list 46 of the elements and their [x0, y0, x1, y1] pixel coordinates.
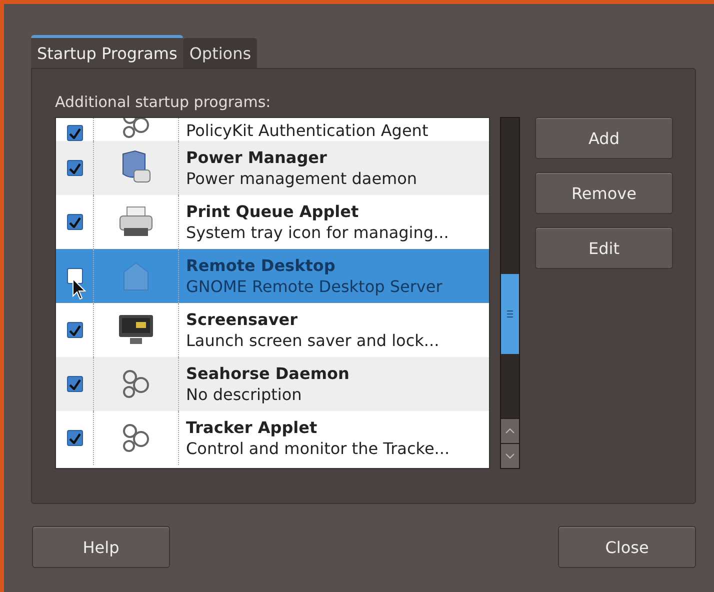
program-description: PolicyKit Authentication Agent: [186, 120, 428, 141]
scrollbar[interactable]: [500, 117, 520, 469]
program-description: No description: [186, 384, 303, 405]
dialog-button[interactable]: Help: [32, 526, 170, 568]
check-icon: [68, 216, 80, 228]
action-button[interactable]: Add: [535, 117, 673, 159]
check-icon: [68, 162, 80, 174]
tab[interactable]: Startup Programs: [31, 35, 184, 68]
program-description: Power management daemon: [186, 168, 418, 189]
monitor-icon: [118, 314, 154, 346]
printer-icon: [118, 206, 154, 238]
program-name: Seahorse Daemon: [186, 363, 350, 384]
program-row[interactable]: Seahorse Daemon No description: [56, 357, 489, 411]
checkbox[interactable]: [66, 430, 82, 446]
program-description: Control and monitor the Tracke...: [186, 438, 450, 459]
checkbox[interactable]: [66, 376, 82, 392]
program-description: Launch screen saver and lock...: [186, 330, 440, 351]
scroll-thumb[interactable]: [501, 274, 519, 354]
program-row[interactable]: Power Manager Power management daemon: [56, 141, 489, 195]
tab[interactable]: Options: [183, 38, 258, 68]
chevron-down-icon: [505, 453, 515, 459]
check-icon: [68, 432, 80, 444]
chevron-up-icon: [505, 428, 515, 434]
check-icon: [68, 128, 80, 138]
checkbox[interactable]: [66, 322, 82, 338]
dialog-button[interactable]: Close: [558, 526, 696, 568]
checkbox[interactable]: [66, 214, 82, 230]
remote-desktop-icon: [121, 260, 151, 292]
grip-icon: [507, 310, 513, 318]
action-button[interactable]: Edit: [535, 227, 673, 269]
checkbox[interactable]: [66, 125, 82, 141]
list-label: Additional startup programs:: [55, 93, 272, 113]
checkbox[interactable]: [66, 160, 82, 176]
scroll-down-button[interactable]: [501, 443, 519, 468]
cursor-icon: [72, 278, 86, 300]
program-name: Remote Desktop: [186, 255, 336, 276]
action-button[interactable]: Remove: [535, 172, 673, 214]
scroll-up-button[interactable]: [501, 418, 519, 443]
check-icon: [68, 324, 80, 336]
program-description: System tray icon for managing...: [186, 222, 449, 243]
program-name: Screensaver: [186, 309, 298, 330]
check-icon: [68, 378, 80, 390]
program-name: Print Queue Applet: [186, 201, 360, 222]
program-description: GNOME Remote Desktop Server: [186, 276, 442, 297]
program-name: Tracker Applet: [186, 417, 318, 438]
program-name: Power Manager: [186, 147, 328, 168]
